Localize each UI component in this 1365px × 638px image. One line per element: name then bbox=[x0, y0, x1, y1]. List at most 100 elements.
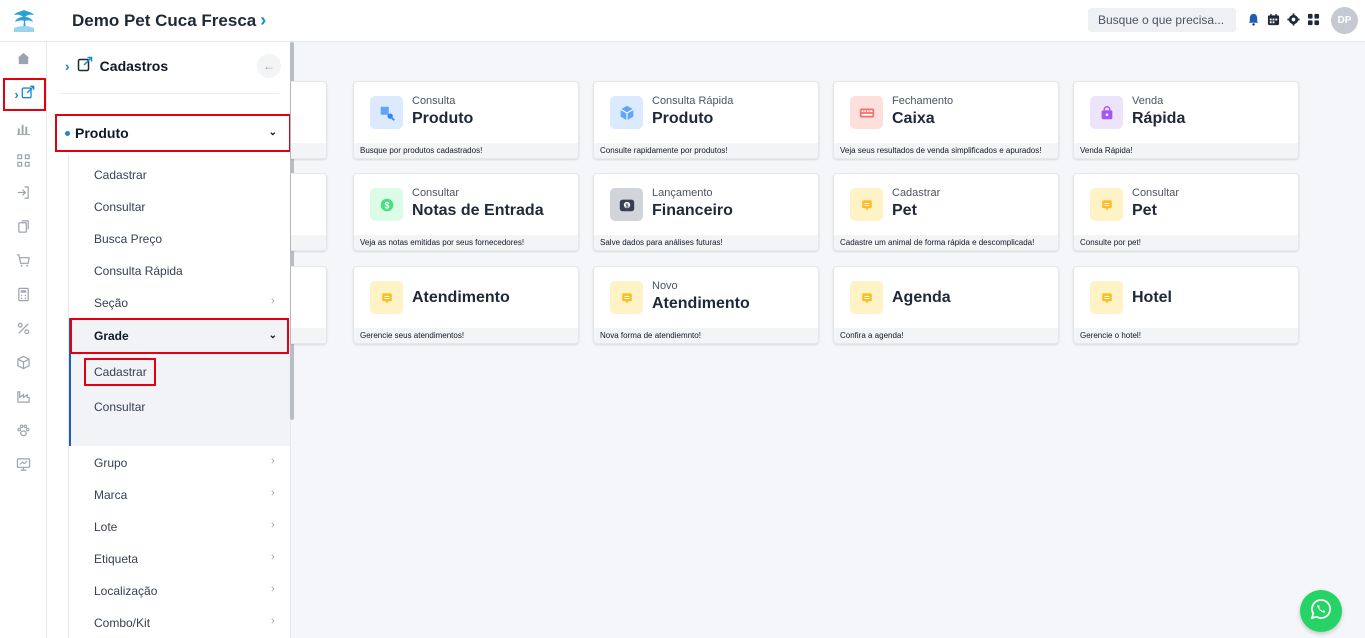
menu-item-localizacao[interactable]: Localização bbox=[94, 584, 157, 598]
menu-item-secao[interactable]: Seção bbox=[94, 296, 128, 310]
scan-icon[interactable] bbox=[0, 146, 47, 174]
card-title: Produto bbox=[412, 110, 474, 127]
card-title: Notas de Entrada bbox=[412, 202, 544, 219]
calculator-icon[interactable] bbox=[0, 280, 47, 308]
chevron-right-icon: › bbox=[271, 487, 275, 499]
settings-icon[interactable] bbox=[1286, 12, 1300, 26]
bar-chart-icon[interactable] bbox=[0, 114, 47, 142]
card-title: Financeiro bbox=[652, 202, 733, 219]
avatar[interactable]: DP bbox=[1331, 7, 1358, 34]
card-subtitle: Fechamento bbox=[892, 95, 954, 107]
factory-icon[interactable] bbox=[0, 382, 47, 410]
card-partial[interactable] bbox=[291, 266, 327, 344]
card-subtitle: Venda bbox=[1132, 95, 1164, 107]
cash-register-icon bbox=[850, 96, 883, 129]
login-icon[interactable] bbox=[0, 178, 47, 206]
card-lancamento-financeiro[interactable]: $ Lançamento Financeiro Salve dados para… bbox=[593, 173, 819, 251]
home-icon[interactable] bbox=[0, 44, 47, 72]
card-consulta-rapida-produto[interactable]: Consulta Rápida Produto Consulte rapidam… bbox=[593, 81, 819, 159]
card-footer: Veja as notas emitidas por seus forneced… bbox=[354, 235, 578, 250]
menu-item-cadastrar[interactable]: Cadastrar bbox=[94, 168, 147, 182]
calendar-icon[interactable] bbox=[1266, 12, 1280, 26]
fast-box-icon bbox=[610, 96, 643, 129]
card-title: Hotel bbox=[1132, 289, 1172, 306]
card-title: Pet bbox=[892, 202, 917, 219]
box-icon[interactable] bbox=[0, 348, 47, 376]
wallet-icon: $ bbox=[610, 188, 643, 221]
card-title: Atendimento bbox=[412, 289, 510, 306]
menu-item-grade-cadastrar[interactable]: Cadastrar bbox=[84, 358, 156, 386]
note-icon bbox=[850, 188, 883, 221]
card-title: Caixa bbox=[892, 110, 935, 127]
whatsapp-icon bbox=[1309, 597, 1333, 626]
panel-header: › Cadastros bbox=[65, 56, 168, 75]
panel-title: Cadastros bbox=[99, 57, 169, 74]
chevron-right-icon: › bbox=[14, 87, 19, 102]
note-icon bbox=[850, 281, 883, 314]
presentation-icon[interactable] bbox=[0, 450, 47, 478]
card-partial[interactable] bbox=[291, 173, 327, 251]
card-notas-entrada[interactable]: $ Consultar Notas de Entrada Veja as not… bbox=[353, 173, 579, 251]
svg-text:$: $ bbox=[625, 203, 628, 209]
card-novo-atendimento[interactable]: Novo Atendimento Nova forma de atendiemn… bbox=[593, 266, 819, 344]
card-footer: Gerencie seus atendimentos! bbox=[354, 328, 578, 343]
notification-bell-icon[interactable] bbox=[1246, 12, 1260, 26]
whatsapp-button[interactable] bbox=[1300, 590, 1342, 632]
card-partial[interactable] bbox=[291, 81, 327, 159]
arrow-left-icon: ← bbox=[263, 59, 275, 73]
card-subtitle: Lançamento bbox=[652, 187, 713, 199]
card-title: Produto bbox=[652, 110, 714, 127]
bullet-icon bbox=[65, 130, 70, 136]
card-atendimento[interactable]: Atendimento Gerencie seus atendimentos! bbox=[353, 266, 579, 344]
card-subtitle: Consultar bbox=[412, 187, 460, 199]
card-venda-rapida[interactable]: Venda Rápida Venda Rápida! bbox=[1073, 81, 1299, 159]
chevron-right-icon: › bbox=[271, 455, 275, 467]
edit-register-icon bbox=[21, 85, 35, 104]
menu-item-busca-preco[interactable]: Busca Preço bbox=[94, 232, 162, 246]
chevron-right-icon: › bbox=[260, 10, 267, 30]
chevron-right-icon: › bbox=[65, 57, 70, 74]
menu-item-grade-consultar[interactable]: Consultar bbox=[94, 400, 145, 414]
card-title: Agenda bbox=[892, 289, 951, 306]
svg-text:$: $ bbox=[384, 200, 389, 210]
money-icon: $ bbox=[370, 188, 403, 221]
card-cadastrar-pet[interactable]: Cadastrar Pet Cadastre um animal de form… bbox=[833, 173, 1059, 251]
menu-item-grade[interactable]: Grade ⌄ bbox=[70, 318, 289, 354]
percent-icon[interactable] bbox=[0, 314, 47, 342]
cart-icon[interactable] bbox=[0, 246, 47, 274]
card-footer: Gerencie o hotel! bbox=[1074, 328, 1298, 343]
menu-item-grupo[interactable]: Grupo bbox=[94, 456, 127, 470]
company-name: Demo Pet Cuca Fresca bbox=[72, 10, 257, 30]
collapse-panel-button[interactable]: ← bbox=[257, 54, 281, 78]
rail-item-cadastros[interactable]: › bbox=[3, 78, 46, 111]
menu-item-etiqueta[interactable]: Etiqueta bbox=[94, 552, 138, 566]
copy-icon[interactable] bbox=[0, 212, 47, 240]
section-produto[interactable]: Produto ⌄ bbox=[55, 114, 290, 152]
menu-item-consulta-rapida[interactable]: Consulta Rápida bbox=[94, 264, 183, 278]
card-consultar-pet[interactable]: Consultar Pet Consulte por pet! bbox=[1073, 173, 1299, 251]
card-subtitle: Consulta Rápida bbox=[652, 95, 734, 107]
menu-item-consultar[interactable]: Consultar bbox=[94, 200, 145, 214]
note-icon bbox=[1090, 188, 1123, 221]
search-input[interactable] bbox=[1088, 8, 1236, 32]
section-label: Produto bbox=[75, 125, 129, 141]
chevron-right-icon: › bbox=[271, 519, 275, 531]
card-footer: Busque por produtos cadastrados! bbox=[354, 143, 578, 158]
menu-item-combo-kit[interactable]: Combo/Kit bbox=[94, 616, 150, 630]
menu-item-marca[interactable]: Marca bbox=[94, 488, 127, 502]
card-footer: Consulte rapidamente por produtos! bbox=[594, 143, 818, 158]
logo-icon[interactable] bbox=[10, 6, 38, 34]
company-selector[interactable]: Demo Pet Cuca Fresca › bbox=[72, 10, 266, 31]
card-agenda[interactable]: Agenda Confira a agenda! bbox=[833, 266, 1059, 344]
card-subtitle: Cadastrar bbox=[892, 187, 941, 199]
product-search-icon bbox=[370, 96, 403, 129]
divider bbox=[59, 93, 279, 94]
paw-icon[interactable] bbox=[0, 416, 47, 444]
card-footer: Confira a agenda! bbox=[834, 328, 1058, 343]
card-hotel[interactable]: Hotel Gerencie o hotel! bbox=[1073, 266, 1299, 344]
apps-grid-icon[interactable] bbox=[1306, 12, 1320, 26]
note-icon bbox=[370, 281, 403, 314]
card-consulta-produto[interactable]: Consulta Produto Busque por produtos cad… bbox=[353, 81, 579, 159]
menu-item-lote[interactable]: Lote bbox=[94, 520, 117, 534]
card-fechamento-caixa[interactable]: Fechamento Caixa Veja seus resultados de… bbox=[833, 81, 1059, 159]
